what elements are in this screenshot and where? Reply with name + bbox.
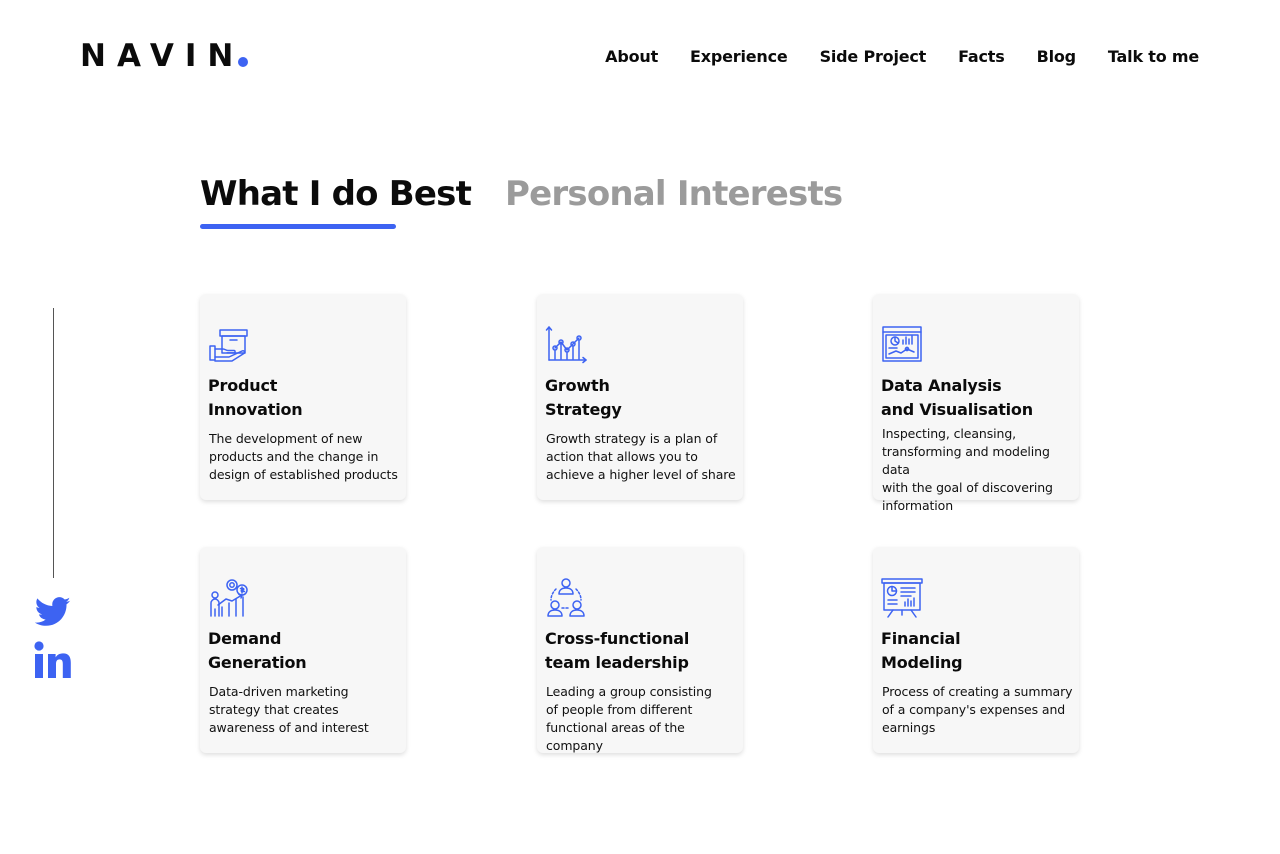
page: NAVIN About Experience Side Project Fact…	[0, 0, 1280, 854]
card-description: Data-driven marketing strategy that crea…	[209, 684, 369, 735]
linkedin-icon[interactable]	[34, 640, 74, 684]
section-tabs: What I do Best Personal Interests	[200, 174, 843, 214]
tab-personal-interests[interactable]: Personal Interests	[505, 174, 843, 214]
box-in-hand-icon	[208, 324, 250, 366]
presentation-board-icon	[881, 577, 923, 619]
skill-card-team-leadership[interactable]: Cross-functional team leadership Leading…	[537, 547, 743, 753]
growth-chart-icon	[545, 324, 587, 366]
nav-talk-to-me[interactable]: Talk to me	[1108, 47, 1199, 66]
twitter-icon[interactable]	[34, 596, 71, 628]
tab-what-i-do-best[interactable]: What I do Best	[200, 174, 472, 214]
nav-about[interactable]: About	[605, 47, 658, 66]
card-description: Process of creating a summary of a compa…	[882, 684, 1073, 735]
skill-card-financial-modeling[interactable]: Financial Modeling Process of creating a…	[873, 547, 1079, 753]
nav-blog[interactable]: Blog	[1037, 47, 1077, 66]
card-description: The development of new products and the …	[209, 431, 398, 482]
nav-facts[interactable]: Facts	[958, 47, 1005, 66]
skill-card-data-analysis[interactable]: Data Analysis and Visualisation Inspecti…	[873, 294, 1079, 513]
skill-card-demand-generation[interactable]: Demand Generation Data-driven marketing …	[200, 547, 406, 753]
nav-side-project[interactable]: Side Project	[820, 47, 927, 66]
site-logo[interactable]: NAVIN	[80, 38, 249, 74]
card-description: Leading a group consisting of people fro…	[546, 684, 712, 753]
logo-text: NAVIN	[80, 38, 245, 74]
card-title: Financial Modeling	[881, 629, 963, 672]
skill-card-growth-strategy[interactable]: Growth Strategy Growth strategy is a pla…	[537, 294, 743, 500]
card-description: Inspecting, cleansing, transforming and …	[882, 426, 1053, 513]
nav-experience[interactable]: Experience	[690, 47, 788, 66]
card-title: Demand Generation	[208, 629, 307, 672]
team-network-icon	[545, 577, 587, 619]
card-title: Product Innovation	[208, 376, 303, 419]
data-dashboard-icon	[881, 324, 923, 366]
growth-person-money-icon	[208, 577, 250, 619]
main-nav: About Experience Side Project Facts Blog…	[605, 47, 1199, 66]
card-title: Cross-functional team leadership	[545, 629, 690, 672]
skill-card-product-innovation[interactable]: Product Innovation The development of ne…	[200, 294, 406, 500]
active-tab-indicator	[200, 224, 396, 229]
sidebar-divider	[53, 308, 54, 578]
logo-dot	[238, 57, 249, 67]
card-description: Growth strategy is a plan of action that…	[546, 431, 736, 482]
card-title: Data Analysis and Visualisation	[881, 376, 1033, 419]
card-title: Growth Strategy	[545, 376, 622, 419]
